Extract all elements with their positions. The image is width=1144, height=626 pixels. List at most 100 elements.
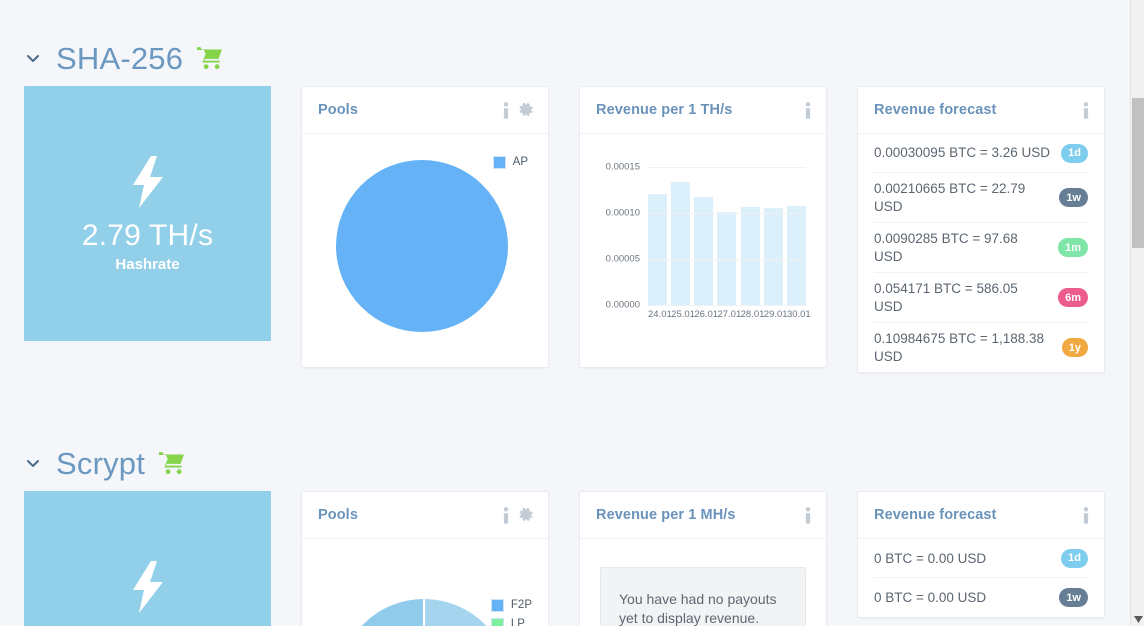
hashrate-value-sha256: 2.79 TH/s	[81, 218, 214, 252]
revenue-card-body-sha256: 0.00015 0.00010 0.00005 0.00000 24.01 25.01 2…	[580, 134, 826, 367]
chart-gridline: 0.00015	[606, 162, 806, 173]
chevron-down-icon[interactable]	[24, 454, 42, 472]
revenue-column-scrypt: Revenue per 1 MH/s You have had no payou…	[579, 491, 827, 626]
forecast-card-title-sha256: Revenue forecast	[874, 102, 997, 118]
chart-bar[interactable]	[740, 206, 760, 305]
revenue-card-header-sha256: Revenue per 1 TH/s	[580, 87, 826, 134]
pie-legend-sha256: AP	[492, 156, 528, 169]
forecast-value: 0 BTC = 0.00 USD	[874, 590, 987, 606]
forecast-column-scrypt: Revenue forecast 0 BTC = 0.00 USD 1d 0 BTC…	[857, 491, 1105, 619]
shopping-cart-icon[interactable]	[159, 451, 185, 475]
forecast-list-sha256: 0.00030095 BTC = 3.26 USD 1d 0.00210665 BT…	[858, 134, 1104, 372]
pie-legend-scrypt: F2PLPPH	[490, 599, 532, 626]
lightning-bolt-icon	[128, 560, 168, 614]
chevron-down-icon[interactable]	[24, 49, 42, 67]
revenue-card-actions-scrypt	[804, 506, 812, 524]
shopping-cart-icon[interactable]	[197, 46, 223, 70]
hashrate-tile-sha256: 2.79 TH/s Hashrate	[24, 86, 271, 341]
info-icon[interactable]	[804, 101, 812, 119]
forecast-row: 0.0090285 BTC = 97.68 USD 1m	[874, 223, 1088, 274]
pools-card-title-scrypt: Pools	[318, 507, 358, 524]
forecast-column-sha256: Revenue forecast 0.00030095 BTC = 3.26 U…	[857, 86, 1105, 374]
forecast-card-header-sha256: Revenue forecast	[858, 87, 1104, 134]
period-badge: 1w	[1059, 588, 1088, 608]
chart-gridline: 0.00010	[606, 208, 806, 219]
scrollbar-thumb[interactable]	[1132, 98, 1144, 248]
revenue-column-sha256: Revenue per 1 TH/s 0.00015 0.00010 0.00005…	[579, 86, 827, 368]
card-grid-scrypt: 0 MH/s Hashrate Pools	[0, 491, 1130, 626]
info-icon[interactable]	[502, 506, 510, 524]
period-badge: 1y	[1061, 338, 1088, 358]
pools-column-sha256: Pools AP	[301, 86, 549, 368]
legend-label: LP	[510, 618, 525, 626]
forecast-row: 0.00210665 BTC = 22.79 USD 1w	[874, 173, 1088, 224]
pools-card-header-sha256: Pools	[302, 87, 548, 134]
pools-card-header-scrypt: Pools	[302, 492, 548, 540]
forecast-row: 0 BTC = 0.00 USD 1d	[874, 539, 1088, 579]
section-title-scrypt: Scrypt	[56, 445, 146, 481]
gear-icon[interactable]	[518, 102, 534, 118]
forecast-value: 0.00030095 BTC = 3.26 USD	[874, 145, 1050, 161]
forecast-card-actions-sha256	[1082, 101, 1090, 119]
y-axis-tick-label: 0.00005	[605, 253, 640, 265]
hashrate-tile-scrypt: 0 MH/s Hashrate	[24, 491, 271, 626]
legend-item[interactable]: LP	[490, 618, 532, 626]
forecast-row: 0.054171 BTC = 586.05 USD 6m	[874, 273, 1088, 324]
lightning-bolt-icon	[128, 155, 168, 209]
period-badge: 6m	[1058, 288, 1088, 308]
gear-icon[interactable]	[518, 507, 534, 523]
bar-chart-x-axis: 24.01 25.01 26.01 27.01 28.01 29.01 30.01	[648, 309, 811, 320]
forecast-value: 0.054171 BTC = 586.05 USD	[874, 281, 1018, 314]
x-axis-tick-label: 27.01	[717, 309, 742, 320]
section-header-scrypt: Scrypt	[0, 435, 1130, 491]
info-icon[interactable]	[804, 506, 812, 524]
revenue-card-scrypt: Revenue per 1 MH/s You have had no payou…	[579, 491, 827, 626]
chart-bar[interactable]	[786, 205, 806, 305]
legend-swatch-icon	[492, 156, 506, 169]
period-badge: 1d	[1061, 143, 1088, 163]
chart-bar[interactable]	[671, 181, 691, 305]
revenue-card-header-scrypt: Revenue per 1 MH/s	[580, 492, 826, 540]
legend-item[interactable]: AP	[492, 156, 528, 169]
info-icon[interactable]	[502, 101, 510, 119]
legend-swatch-icon	[490, 599, 504, 613]
pools-card-actions-scrypt	[502, 506, 534, 524]
x-axis-tick-label: 24.01	[648, 309, 672, 320]
forecast-value: 0 BTC = 0.00 USD	[874, 550, 987, 566]
pools-card-body-scrypt: F2PLPPH	[302, 539, 548, 626]
y-axis-tick-label: 0.00010	[605, 207, 640, 219]
pools-pie-chart-sha256: AP	[316, 146, 534, 353]
chart-bar[interactable]	[648, 193, 667, 305]
pools-card-title-sha256: Pools	[318, 102, 358, 118]
y-axis-tick-label: 0.00000	[605, 299, 640, 311]
hashrate-label-sha256: Hashrate	[115, 255, 180, 273]
vertical-scrollbar[interactable]	[1130, 0, 1144, 626]
scroll-viewport: SHA-256 2.79 TH/s Hashrate Pools AP Reve…	[0, 0, 1130, 626]
forecast-card-scrypt: Revenue forecast 0 BTC = 0.00 USD 1d 0 BTC…	[857, 491, 1105, 619]
forecast-value: 0.0090285 BTC = 97.68 USD	[874, 231, 1018, 264]
x-axis-tick-label: 28.01	[740, 309, 765, 320]
legend-swatch-icon	[490, 618, 504, 626]
forecast-value: 0.00210665 BTC = 22.79 USD	[874, 181, 1026, 214]
info-icon[interactable]	[1082, 101, 1090, 119]
pools-column-scrypt: Pools F2P LP	[301, 491, 549, 626]
revenue-card-body-scrypt: You have had no payouts yet to display r…	[580, 539, 826, 626]
pie-slice-ap[interactable]	[336, 160, 508, 332]
x-axis-tick-label: 25.01	[671, 309, 695, 320]
bar-series	[648, 158, 806, 305]
card-grid-sha256: 2.79 TH/s Hashrate Pools AP Revenue per …	[0, 86, 1130, 374]
period-badge: 1w	[1059, 188, 1088, 208]
y-axis-tick-label: 0.00015	[605, 161, 640, 173]
legend-item[interactable]: F2P	[490, 599, 532, 613]
forecast-row: 0 BTC = 0.00 USD 1w	[874, 578, 1088, 617]
no-payouts-message: You have had no payouts yet to display r…	[600, 567, 806, 626]
x-axis-tick-label: 30.01	[786, 309, 811, 320]
pools-card-body-sha256: AP	[302, 134, 548, 367]
x-axis-tick-label: 29.01	[763, 309, 788, 320]
pie-slices-scrypt[interactable]	[338, 599, 510, 626]
forecast-card-header-scrypt: Revenue forecast	[858, 492, 1104, 540]
chart-bar[interactable]	[763, 207, 783, 305]
info-icon[interactable]	[1082, 506, 1090, 524]
triangle-down-icon[interactable]	[1131, 612, 1144, 626]
revenue-bar-chart: 0.00015 0.00010 0.00005 0.00000 24.01 25.01 2…	[594, 146, 812, 353]
